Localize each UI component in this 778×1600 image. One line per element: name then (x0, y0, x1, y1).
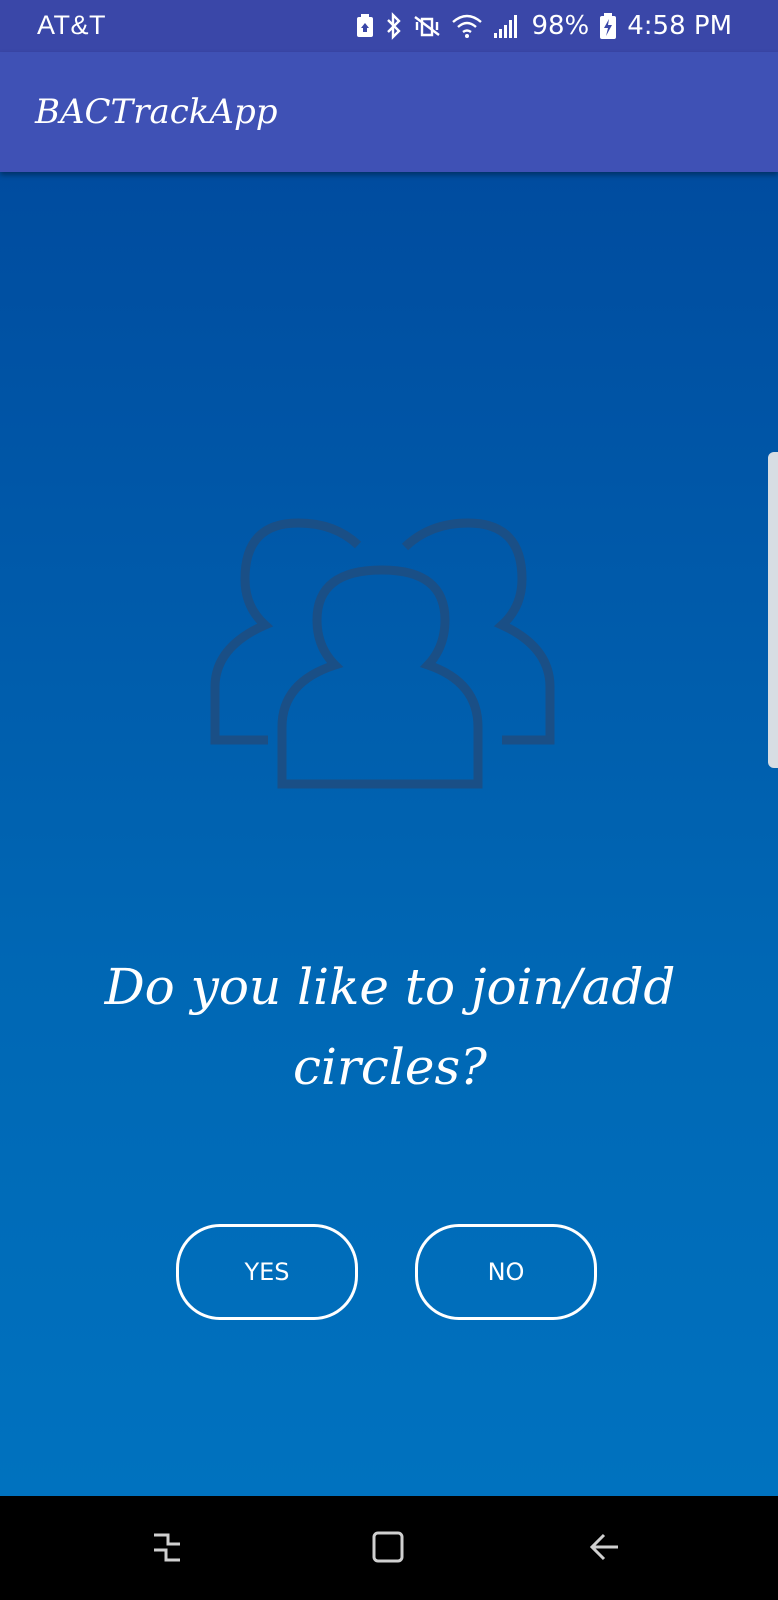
people-group-icon (210, 518, 555, 789)
status-icons: 98% 4:58 PM (355, 8, 732, 44)
battery-charging-icon (600, 13, 617, 39)
question-text: Do you like to join/add circles? (104, 958, 676, 1096)
main-content: Do you like to join/add circles? YES NO (0, 172, 778, 1496)
battery-percent: 98% (531, 11, 590, 41)
vibrate-icon (414, 16, 441, 37)
app-title: BACTrackApp (35, 92, 278, 132)
carrier-label: AT&T (37, 10, 106, 40)
clock: 4:58 PM (627, 11, 732, 41)
battery-saver-icon (357, 14, 374, 37)
app-bar: BACTrackApp (0, 52, 778, 172)
navigation-bar (0, 1496, 778, 1600)
signal-icon (494, 15, 518, 38)
bluetooth-icon (387, 12, 402, 40)
no-button[interactable]: NO (415, 1224, 597, 1320)
yes-button[interactable]: YES (176, 1224, 358, 1320)
recents-icon[interactable] (150, 1530, 184, 1564)
back-icon[interactable] (588, 1530, 622, 1564)
status-bar: AT&T 98% 4:58 PM (0, 0, 778, 52)
home-icon[interactable] (371, 1530, 405, 1564)
scrollbar-thumb[interactable] (768, 452, 778, 768)
screen: AT&T 98% 4:58 PM BACTrackApp Do you like… (0, 0, 778, 1600)
wifi-icon (452, 14, 483, 38)
